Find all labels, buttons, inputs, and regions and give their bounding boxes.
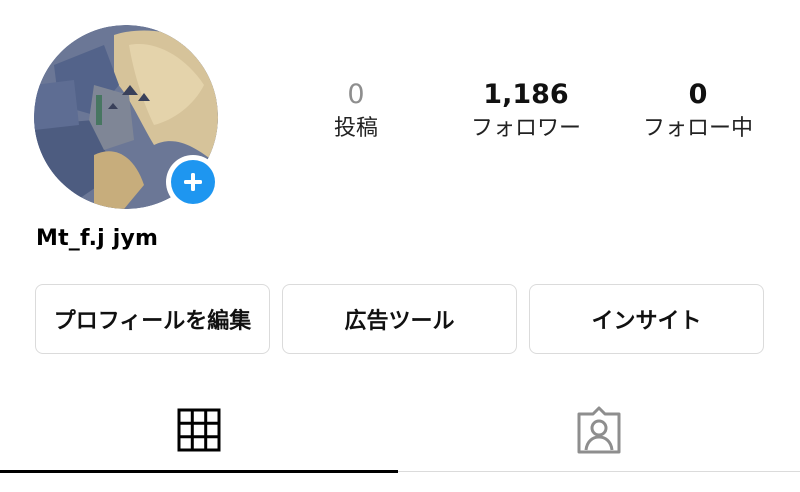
following-count: 0: [688, 79, 708, 110]
posts-count: 0: [347, 79, 365, 110]
followers-count: 1,186: [483, 79, 569, 110]
username: Mt_f.j jym: [36, 226, 159, 251]
add-story-button-fill: [171, 160, 215, 204]
active-tab-indicator: [0, 470, 398, 473]
stat-posts[interactable]: 0 投稿: [266, 78, 446, 144]
tab-tagged[interactable]: [400, 398, 798, 474]
add-story-button[interactable]: [166, 155, 220, 209]
followers-label: フォロワー: [470, 116, 581, 141]
profile-avatar-container[interactable]: [34, 25, 220, 209]
ad-tools-button[interactable]: 広告ツール: [282, 284, 517, 354]
insights-button[interactable]: インサイト: [529, 284, 764, 354]
posts-label: 投稿: [333, 116, 378, 141]
tagged-user-icon: [577, 406, 621, 454]
following-label: フォロー中: [642, 116, 753, 141]
stat-following[interactable]: 0 フォロー中: [608, 78, 788, 144]
edit-profile-button[interactable]: プロフィールを編集: [35, 284, 270, 354]
stat-followers[interactable]: 1,186 フォロワー: [436, 78, 616, 144]
plus-icon: [184, 173, 202, 191]
grid-icon: [177, 408, 221, 452]
tab-grid[interactable]: [0, 398, 398, 474]
tab-divider: [398, 471, 800, 472]
